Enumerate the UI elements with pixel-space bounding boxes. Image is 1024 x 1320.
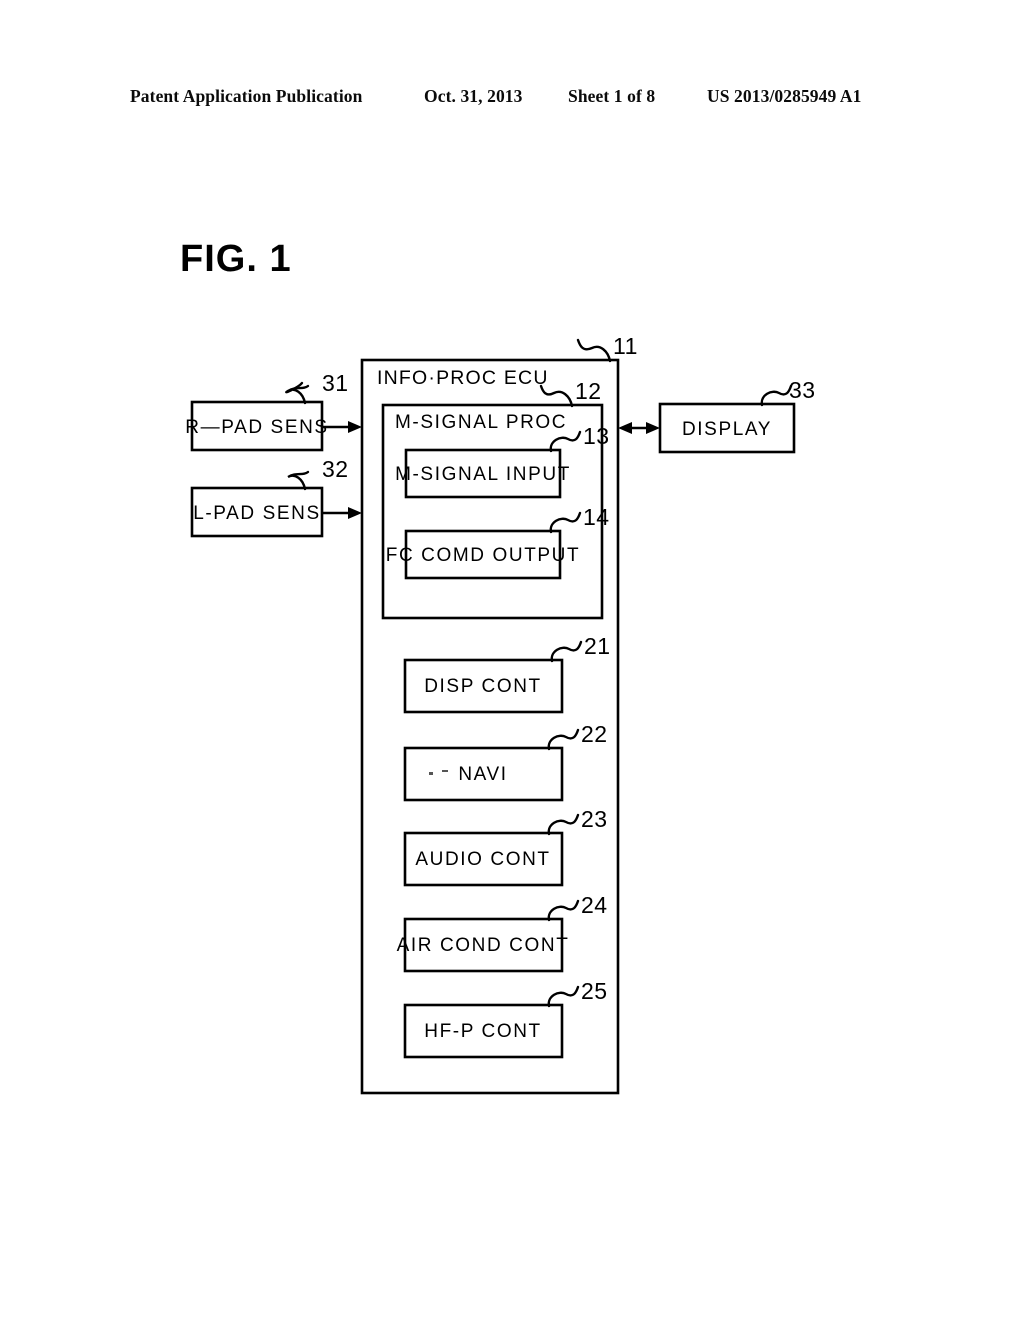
connector-ecu-to-display <box>618 422 660 434</box>
reference-number-33: 33 <box>789 377 816 403</box>
block-m-signal-input-label: M-SIGNAL INPUT <box>395 464 571 485</box>
connector-l-pad-sens-to-ecu <box>322 507 362 519</box>
reference-number-13: 13 <box>583 423 610 449</box>
reference-number-14: 14 <box>583 504 610 530</box>
block-m-signal-proc-rect <box>381 403 604 620</box>
block-display-label: DISPLAY <box>682 419 772 440</box>
figure-1-block-diagram: INFO·PROC ECU 11 M-SIGNAL PROC 12 M-SIGN… <box>185 333 816 1095</box>
reference-number-25: 25 <box>581 978 608 1004</box>
block-navi-label: NAVI <box>458 764 507 785</box>
reference-number-24: 24 <box>581 892 608 918</box>
reference-number-22: 22 <box>581 721 608 747</box>
reference-number-32: 32 <box>322 456 349 482</box>
block-audio-cont-label: AUDIO CONT <box>415 849 550 870</box>
block-fc-comd-output-label: FC COMD OUTPUT <box>386 545 580 566</box>
block-l-pad-sens: L-PAD SENS 32 <box>190 456 349 538</box>
reference-number-11: 11 <box>613 333 638 359</box>
reference-number-21: 21 <box>584 633 611 659</box>
block-air-cond-cont-label: AIR COND CONT <box>397 935 570 956</box>
block-l-pad-sens-label: L-PAD SENS <box>193 503 321 524</box>
block-hf-p-cont-label: HF-P CONT <box>424 1021 542 1042</box>
block-display: DISPLAY 33 <box>658 377 816 454</box>
reference-number-31: 31 <box>322 370 349 396</box>
block-m-signal-proc-label: M-SIGNAL PROC <box>395 412 567 433</box>
scan-artifact-dot <box>442 770 448 772</box>
block-info-proc-ecu-label: INFO·PROC ECU <box>377 367 549 389</box>
reference-number-12: 12 <box>575 378 602 404</box>
reference-number-23: 23 <box>581 806 608 832</box>
block-r-pad-sens-label: R—PAD SENS <box>185 417 328 438</box>
scan-artifact-dot <box>429 772 433 775</box>
block-disp-cont-label: DISP CONT <box>424 676 542 697</box>
block-r-pad-sens: R—PAD SENS 31 <box>185 370 349 452</box>
